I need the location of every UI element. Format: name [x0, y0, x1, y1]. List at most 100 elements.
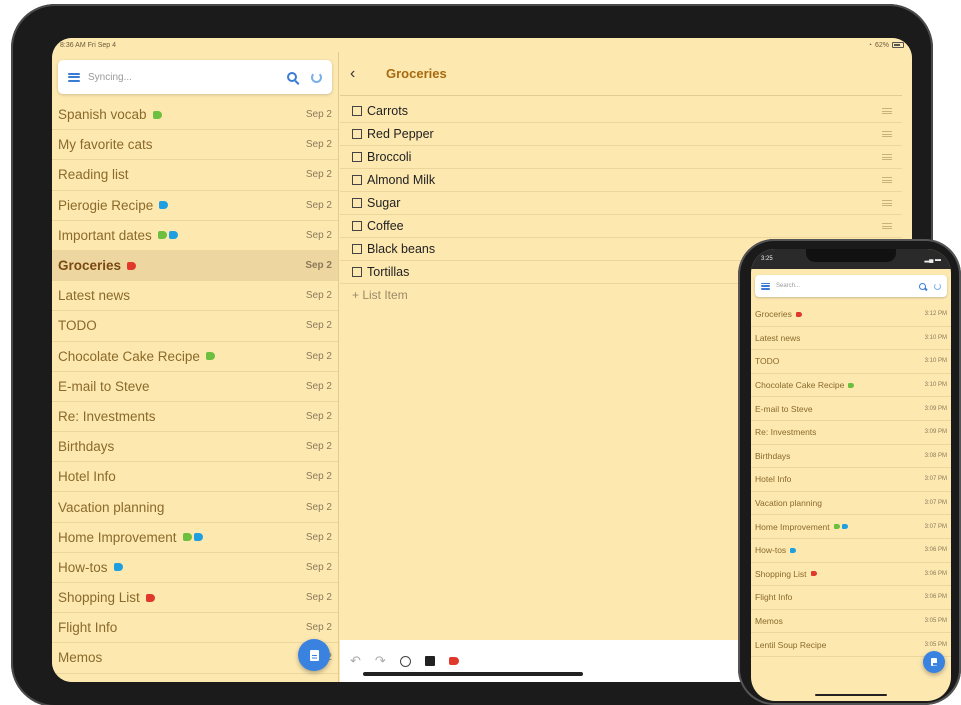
note-date: 3:05 PM [924, 618, 947, 625]
note-tags [810, 571, 817, 577]
note-item[interactable]: Shopping List Sep 2 [52, 583, 338, 614]
note-item[interactable]: Vacation planning 3:07 PM [751, 492, 951, 516]
note-item[interactable]: Home Improvement 3:07 PM [751, 515, 951, 539]
chevron-left-icon[interactable]: ‹ [350, 65, 376, 83]
checklist-item[interactable]: Almond Milk [340, 169, 902, 192]
checkbox[interactable] [352, 152, 362, 162]
note-title: Vacation planning [755, 498, 822, 509]
drag-handle-icon[interactable] [882, 131, 892, 137]
note-item[interactable]: Birthdays Sep 2 [52, 432, 338, 463]
status-time: 8:36 AM Fri Sep 4 [60, 41, 117, 49]
checkbox[interactable] [352, 175, 362, 185]
checkbox[interactable] [352, 267, 362, 277]
note-item[interactable]: Flight Info Sep 2 [52, 613, 338, 644]
history-icon[interactable] [399, 655, 411, 667]
checklist-item[interactable]: Coffee [340, 215, 902, 238]
drag-handle-icon[interactable] [882, 108, 892, 114]
note-item[interactable]: Groceries Sep 2 [52, 250, 338, 282]
note-item[interactable]: Chocolate Cake Recipe Sep 2 [52, 342, 338, 372]
tag-icon [159, 201, 169, 210]
note-date: Sep 2 [305, 561, 332, 573]
note-tags [790, 547, 797, 553]
note-item[interactable]: Groceries 3:12 PM [751, 303, 951, 327]
checklist-item[interactable]: Carrots [340, 100, 902, 123]
note-item[interactable]: Chocolate Cake Recipe 3:10 PM [751, 374, 951, 398]
note-title: Memos [58, 650, 103, 666]
note-item[interactable]: Re: Investments Sep 2 [52, 402, 338, 433]
note-title: Re: Investments [755, 427, 817, 438]
checkbox[interactable] [352, 221, 362, 231]
drag-handle-icon[interactable] [882, 154, 892, 160]
tag-icon [848, 382, 855, 388]
checklist-item-text[interactable]: Coffee [367, 219, 404, 233]
checklist-item-text[interactable]: Carrots [367, 104, 408, 118]
new-note-button[interactable] [298, 639, 330, 671]
sync-icon[interactable] [311, 71, 322, 83]
checkbox[interactable] [352, 198, 362, 208]
checkbox[interactable] [352, 129, 362, 139]
note-item[interactable]: Lentil Soup Recipe 3:05 PM [751, 633, 951, 657]
menu-icon[interactable] [68, 72, 80, 82]
note-title: TODO [58, 318, 97, 334]
search-icon[interactable] [287, 72, 297, 82]
note-item[interactable]: Important dates Sep 2 [52, 221, 338, 251]
phone-search-bar[interactable]: Search... [755, 275, 947, 297]
note-item[interactable]: Shopping List 3:06 PM [751, 563, 951, 587]
drag-handle-icon[interactable] [882, 200, 892, 206]
note-item[interactable]: Latest news 3:10 PM [751, 327, 951, 351]
note-title: Home Improvement [58, 529, 177, 545]
note-item[interactable]: Flight Info 3:06 PM [751, 586, 951, 610]
note-item[interactable]: Vacation planning Sep 2 [52, 492, 338, 523]
phone-sync-icon[interactable] [934, 282, 941, 290]
note-item[interactable]: TODO Sep 2 [52, 311, 338, 342]
note-item[interactable]: Pierogie Recipe Sep 2 [52, 191, 338, 221]
tag-icon[interactable] [448, 657, 459, 665]
checklist-toggle-icon[interactable] [424, 656, 435, 666]
note-item[interactable]: How-tos 3:06 PM [751, 539, 951, 563]
note-item[interactable]: E-mail to Steve Sep 2 [52, 372, 338, 402]
note-tags [833, 524, 848, 530]
note-item[interactable]: My favorite cats Sep 2 [52, 130, 338, 161]
redo-icon[interactable]: ↷ [375, 653, 386, 669]
note-item[interactable]: Home Improvement Sep 2 [52, 523, 338, 553]
note-tags [157, 231, 178, 240]
phone-menu-icon[interactable] [761, 282, 770, 290]
checklist-item[interactable]: Sugar [340, 192, 902, 215]
phone-search-icon[interactable] [919, 282, 926, 290]
undo-icon[interactable]: ↶ [350, 653, 361, 669]
checklist-item-text[interactable]: Broccoli [367, 150, 411, 164]
phone-search-input[interactable]: Search... [776, 283, 913, 289]
note-item[interactable]: How-tos Sep 2 [52, 553, 338, 583]
note-item[interactable]: Memos 3:05 PM [751, 610, 951, 634]
checklist-item-text[interactable]: Sugar [367, 196, 400, 210]
search-bar[interactable]: Syncing... [58, 60, 332, 94]
checklist-item-text[interactable]: Tortillas [367, 265, 409, 279]
note-title: Birthdays [755, 450, 791, 461]
checkbox[interactable] [352, 244, 362, 254]
note-tags [152, 110, 162, 119]
note-item[interactable]: Hotel Info 3:07 PM [751, 468, 951, 492]
note-item[interactable]: MemosSep 2 [52, 643, 338, 674]
note-title: Shopping List [58, 590, 140, 606]
note-item[interactable]: Hotel Info Sep 2 [52, 462, 338, 493]
drag-handle-icon[interactable] [882, 177, 892, 183]
note-item[interactable]: Re: Investments 3:09 PM [751, 421, 951, 445]
note-item[interactable]: Spanish vocab Sep 2 [52, 100, 338, 131]
note-item[interactable]: TODO 3:10 PM [751, 350, 951, 374]
checklist-item-text[interactable]: Red Pepper [367, 127, 434, 141]
checkbox[interactable] [352, 106, 362, 116]
checklist-item-text[interactable]: Black beans [367, 242, 435, 256]
checklist-item[interactable]: Red Pepper [340, 123, 902, 146]
note-item[interactable]: Birthdays 3:08 PM [751, 445, 951, 469]
drag-handle-icon[interactable] [882, 223, 892, 229]
search-input[interactable]: Syncing... [88, 72, 279, 83]
checklist-item[interactable]: Broccoli [340, 146, 902, 169]
note-item[interactable]: E-mail to Steve 3:09 PM [751, 397, 951, 421]
editor-title[interactable]: Groceries [386, 66, 447, 81]
phone-screen: 3:25 ▂▄ ▬ Search... Groceries 3:12 PM Late… [751, 249, 951, 701]
note-item[interactable]: Reading list Sep 2 [52, 160, 338, 191]
note-date: Sep 2 [305, 592, 332, 604]
note-item[interactable]: Latest news Sep 2 [52, 281, 338, 312]
phone-new-note-button[interactable] [923, 651, 945, 673]
checklist-item-text[interactable]: Almond Milk [367, 173, 435, 187]
